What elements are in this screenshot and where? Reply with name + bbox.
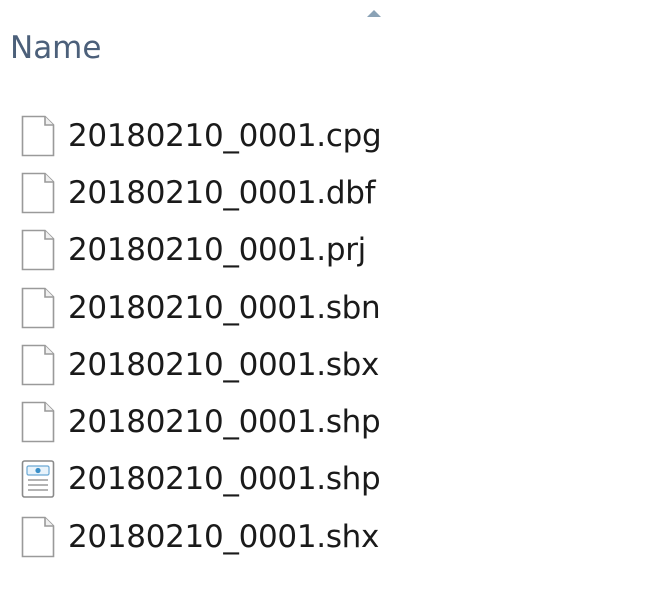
file-name: 20180210_0001.shp xyxy=(68,461,381,498)
blank-file-icon xyxy=(18,227,58,273)
blank-file-icon xyxy=(18,399,58,445)
file-name: 20180210_0001.sbx xyxy=(68,346,380,383)
file-name: 20180210_0001.shx xyxy=(68,518,380,555)
file-row[interactable]: 20180210_0001.sbx xyxy=(0,336,656,393)
blank-file-icon xyxy=(18,113,58,159)
file-name: 20180210_0001.sbn xyxy=(68,289,381,326)
file-row[interactable]: 20180210_0001.shp xyxy=(0,451,656,508)
file-name: 20180210_0001.cpg xyxy=(68,117,382,154)
file-row[interactable]: 20180210_0001.dbf xyxy=(0,164,656,221)
file-row[interactable]: 20180210_0001.shp xyxy=(0,393,656,450)
file-name: 20180210_0001.dbf xyxy=(68,174,376,211)
sort-ascending-arrow-icon[interactable] xyxy=(367,10,381,17)
file-name: 20180210_0001.shp xyxy=(68,404,381,441)
file-list: 20180210_0001.cpg 20180210_0001.dbf 2018… xyxy=(0,107,656,565)
column-header-bar: Name xyxy=(0,0,656,80)
blank-file-icon xyxy=(18,514,58,560)
xml-document-icon xyxy=(18,456,58,502)
file-row[interactable]: 20180210_0001.shx xyxy=(0,508,656,565)
file-row[interactable]: 20180210_0001.sbn xyxy=(0,279,656,336)
blank-file-icon xyxy=(18,285,58,331)
file-row[interactable]: 20180210_0001.cpg xyxy=(0,107,656,164)
file-row[interactable]: 20180210_0001.prj xyxy=(0,222,656,279)
file-name: 20180210_0001.prj xyxy=(68,232,366,269)
column-header-name[interactable]: Name xyxy=(10,28,101,68)
blank-file-icon xyxy=(18,170,58,216)
blank-file-icon xyxy=(18,342,58,388)
